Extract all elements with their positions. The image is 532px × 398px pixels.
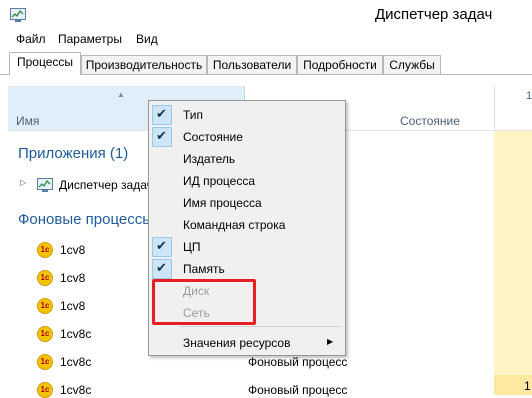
menu-item-pid[interactable]: ИД процесса [149,170,345,192]
process-row-name[interactable]: 1cv8 [60,271,85,285]
menu-item-resource-values[interactable]: Значения ресурсов [149,332,345,354]
1c-icon: 1c [37,354,53,370]
menu-item-label: Издатель [183,152,236,166]
tab-performance[interactable]: Производительность [81,55,207,74]
app-row-name[interactable]: Диспетчер задач [59,178,149,192]
menu-item-command-line[interactable]: Командная строка [149,214,345,236]
menu-bar: Файл Параметры Вид [0,32,532,50]
tab-strip: Процессы Производительность Пользователи… [0,52,532,75]
group-title-background[interactable]: Фоновые процессы [18,211,148,228]
1c-icon: 1c [37,382,53,398]
menu-item-label: Состояние [183,130,243,144]
group-title-apps[interactable]: Приложения (1) [18,145,128,162]
tab-processes[interactable]: Процессы [9,52,81,75]
checkmark-icon: ✔ [156,260,167,275]
submenu-arrow-icon: ▶ [327,337,334,346]
1c-icon: 1c [37,270,53,286]
menu-item-memory[interactable]: ✔ Память [149,258,345,280]
tab-users[interactable]: Пользователи [207,55,297,74]
column-header-cpu-label: 1 [526,90,532,102]
task-manager-icon [37,178,53,192]
column-header-status[interactable]: Состояние [400,114,460,128]
menu-item-label: Память [183,262,225,276]
checkmark-icon: ✔ [156,106,167,121]
annotation-highlight-box [152,279,256,325]
menu-file[interactable]: Файл [16,32,46,46]
menu-item-label: Значения ресурсов [183,336,291,350]
menu-item-process-name[interactable]: Имя процесса [149,192,345,214]
menu-item-label: ЦП [183,240,201,254]
process-row-name[interactable]: 1cv8 [60,299,85,313]
sort-ascending-icon: ▲ [117,90,125,99]
checkmark-icon: ✔ [156,128,167,143]
process-row-name[interactable]: 1cv8c [60,327,91,341]
menu-item-type[interactable]: ✔ Тип [149,104,345,126]
menu-item-label: ИД процесса [183,174,256,188]
expand-arrow-icon[interactable]: ▷ [20,178,26,187]
menu-item-cpu[interactable]: ✔ ЦП [149,236,345,258]
cpu-cell-value: 1 [524,379,531,393]
menu-separator [179,326,341,327]
menu-item-label: Командная строка [183,218,286,232]
menu-item-label: Имя процесса [183,196,262,210]
process-row-status: Фоновый процесс [248,355,348,369]
menu-item-label: Тип [183,108,204,122]
process-row-name[interactable]: 1cv8c [60,355,91,369]
cpu-column-cells [494,131,532,395]
1c-icon: 1c [37,298,53,314]
menu-view[interactable]: Вид [136,32,158,46]
cpu-cell-highlight: 1 [494,375,532,395]
1c-icon: 1c [37,326,53,342]
window-title: Диспетчер задач [375,6,493,23]
task-manager-icon [10,8,26,22]
1c-icon: 1c [37,242,53,258]
menu-item-status[interactable]: ✔ Состояние [149,126,345,148]
menu-item-publisher[interactable]: Издатель [149,148,345,170]
tab-details[interactable]: Подробности [297,55,383,74]
process-row-name[interactable]: 1cv8 [60,243,85,257]
tab-services[interactable]: Службы [383,55,441,74]
menu-options[interactable]: Параметры [58,32,122,46]
checkmark-icon: ✔ [156,238,167,253]
column-header-name-label: Имя [16,114,40,128]
